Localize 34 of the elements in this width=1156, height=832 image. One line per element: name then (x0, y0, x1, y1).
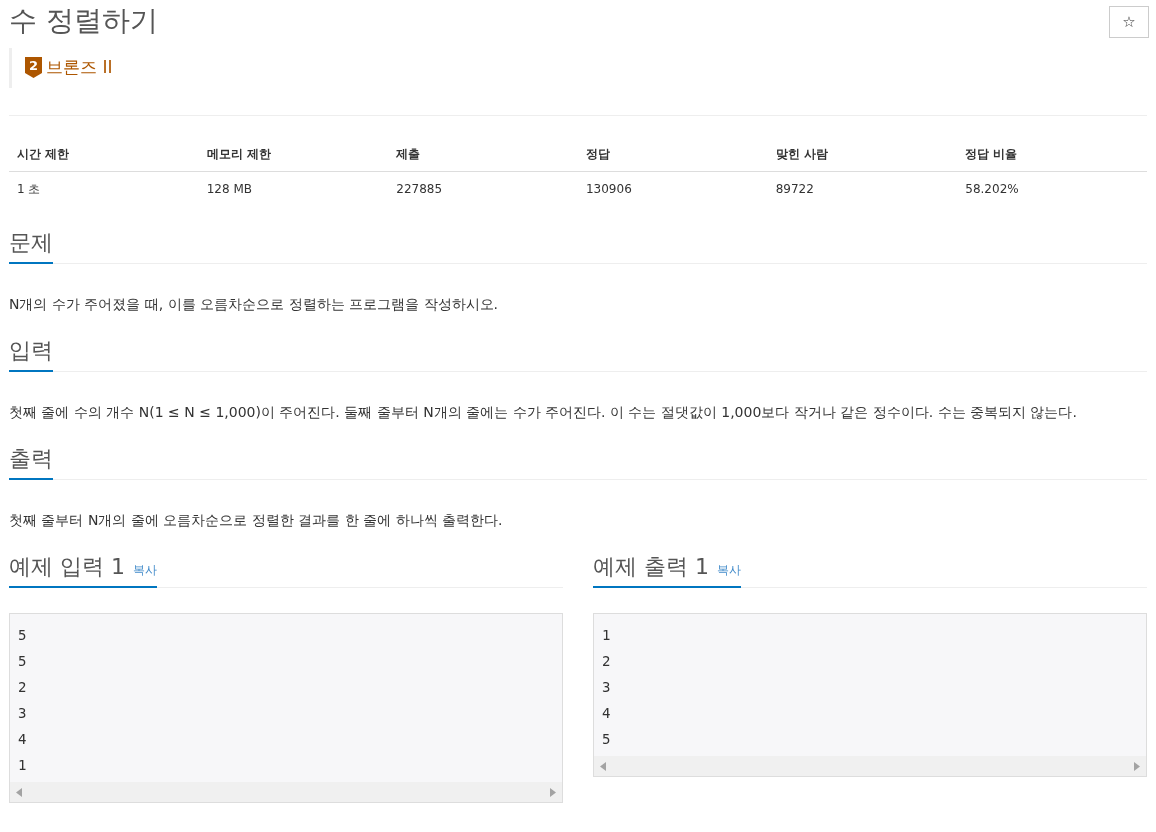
problem-title: 수 정렬하기 (9, 3, 158, 39)
horizontal-scrollbar[interactable] (594, 756, 1146, 776)
section-heading: 예제 입력 1 (9, 553, 125, 581)
table-cell: 89722 (767, 171, 958, 206)
scroll-right-icon[interactable] (550, 787, 556, 797)
horizontal-scrollbar[interactable] (10, 782, 562, 802)
section-text: N개의 수가 주어졌을 때, 이를 오름차순으로 정렬하는 프로그램을 작성하시오. (9, 295, 499, 314)
scroll-right-icon[interactable] (1134, 761, 1140, 771)
section-heading: 입력 (9, 337, 53, 365)
section-text: 첫째 줄에 수의 개수 N(1 ≤ N ≤ 1,000)이 주어진다. 둘째 줄부터 N개의 줄에는 수가 주어진다. 이 수는 절댓값이 1,000보다 작거나 같은 정수이다. 수는 중복되지 않는다. (9, 403, 1078, 422)
tier-badge-icon: 2 (25, 57, 42, 79)
table-cell: 58.202% (957, 171, 1147, 206)
tier-label[interactable]: 브론즈 II (46, 55, 113, 81)
sample-code: 1 2 3 4 5 (601, 626, 612, 749)
scroll-left-icon[interactable] (16, 787, 22, 797)
column-header: 시간 제한 (9, 137, 199, 172)
section-heading: 문제 (9, 229, 53, 257)
table-cell: 130906 (577, 171, 768, 206)
section-heading: 예제 출력 1 (593, 553, 709, 581)
column-header: 제출 (388, 137, 578, 172)
section-text: 첫째 줄부터 N개의 줄에 오름차순으로 정렬한 결과를 한 줄에 하나씩 출력한다. (9, 511, 504, 530)
column-header: 메모리 제한 (198, 137, 389, 172)
copy-link[interactable]: 복사 (717, 561, 741, 579)
table-cell: 1 초 (9, 171, 199, 206)
sample-code: 5 5 2 3 4 1 (17, 626, 28, 775)
section-heading: 출력 (9, 445, 53, 473)
star-button[interactable]: ☆ (1109, 6, 1149, 38)
column-header: 맞힌 사람 (767, 137, 958, 172)
column-header: 정답 (577, 137, 768, 172)
table-cell: 128 MB (198, 171, 389, 206)
table-cell: 227885 (388, 171, 578, 206)
copy-link[interactable]: 복사 (133, 561, 157, 579)
scroll-left-icon[interactable] (600, 761, 606, 771)
column-header: 정답 비율 (957, 137, 1147, 172)
